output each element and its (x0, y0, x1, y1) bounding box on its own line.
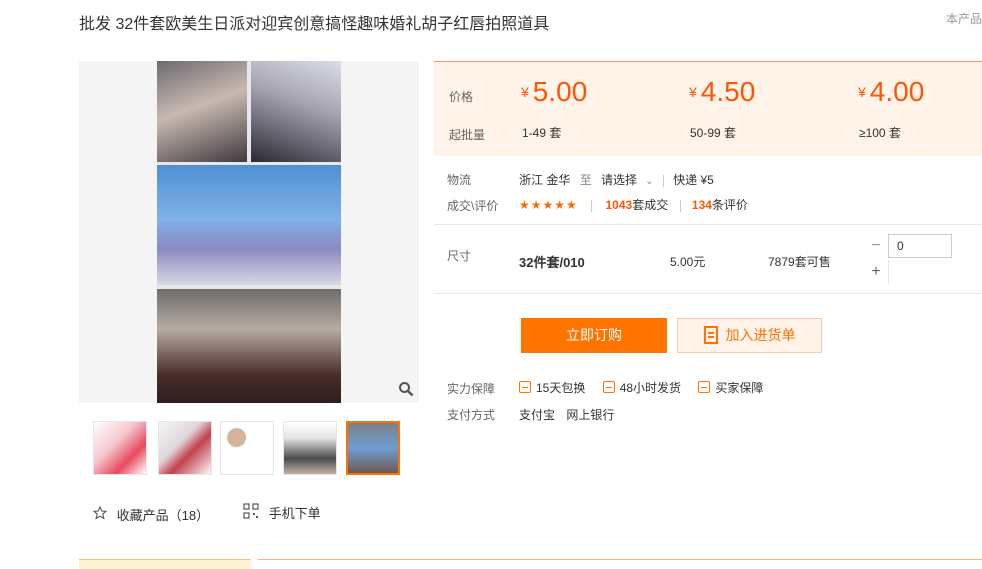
mobile-order-label: 手机下单 (268, 506, 321, 521)
buy-now-button[interactable]: 立即订购 (521, 318, 667, 353)
divider (434, 293, 982, 294)
favorite-label: 收藏产品（18） (116, 508, 210, 523)
trade-row: ★★★★★ 1043套成交 134条评价 (519, 196, 748, 213)
price-tier-3: ¥4.00 (858, 76, 925, 107)
delivery-icon (602, 381, 615, 393)
qr-code-icon (243, 503, 263, 522)
favorite-button[interactable]: 收藏产品（18） (92, 505, 210, 524)
trade-label: 成交\评价 (447, 199, 499, 213)
photo-panel-lips (251, 61, 341, 162)
sku-stock: 7879套可售 (768, 255, 831, 269)
product-title: 批发 32件套欧美生日派对迎宾创意搞怪趣味婚礼胡子红唇拍照道具 (79, 16, 550, 33)
logistics-origin: 浙江 金华 (519, 173, 571, 187)
payment-row: 支付宝 网上银行 (519, 406, 614, 423)
qty-range-2: 50-99 套 (690, 126, 737, 140)
logistics-label: 物流 (447, 173, 472, 187)
quantity-stepper: − 0 + (864, 234, 952, 284)
qty-range-3: ≥100 套 (859, 126, 901, 140)
payment-label: 支付方式 (447, 408, 496, 422)
chevron-down-icon: ⌄ (645, 176, 654, 187)
star-outline-icon (92, 505, 111, 523)
photo-panel-group (157, 289, 341, 403)
quantity-input[interactable]: 0 (888, 234, 952, 258)
reviews-count[interactable]: 134 (692, 198, 712, 212)
thumbnail-5[interactable] (346, 421, 400, 475)
photo-panel-girls (157, 61, 247, 162)
price-label: 价格 (449, 90, 474, 104)
rating-stars-icon: ★★★★★ (519, 198, 578, 212)
plus-icon[interactable]: + (864, 260, 889, 284)
deals-count[interactable]: 1043 (605, 198, 632, 212)
main-product-image (157, 61, 341, 403)
magnifier-icon[interactable] (397, 381, 415, 399)
price-tier-2: ¥4.50 (689, 76, 756, 107)
main-image-viewer[interactable] (79, 61, 419, 403)
destination-select[interactable]: 请选择 ⌄ (601, 173, 653, 187)
qty-range-1: 1-49 套 (522, 126, 562, 140)
add-to-cart-label: 加入进货单 (725, 327, 796, 343)
logistics-to: 至 (579, 173, 592, 187)
exchange-icon (519, 381, 531, 393)
reviews-suffix: 条评价 (711, 198, 748, 212)
product-link-right[interactable]: 本产品 (946, 10, 982, 27)
payment-method-1: 支付宝 (519, 408, 556, 422)
minus-icon[interactable]: − (864, 234, 888, 258)
deals-suffix: 套成交 (632, 198, 669, 212)
shipping-fee: 快递 ¥5 (673, 173, 714, 187)
divider (434, 224, 982, 225)
payment-method-2: 网上银行 (566, 408, 615, 422)
thumbnail-4[interactable] (283, 421, 337, 475)
min-qty-label: 起批量 (449, 128, 486, 142)
price-panel: 价格 起批量 ¥5.00 ¥4.50 ¥4.00 1-49 套 50-99 套 … (434, 61, 982, 156)
logistics-row: 浙江 金华 至 请选择 ⌄ 快递 ¥5 (519, 171, 714, 188)
sku-price: 5.00元 (670, 255, 706, 269)
guarantee-item-3[interactable]: 买家保障 (715, 381, 763, 395)
thumbnail-1[interactable] (93, 421, 147, 475)
thumbnail-strip (93, 421, 413, 477)
guarantee-row: 15天包换 48小时发货 买家保障 (519, 379, 763, 396)
buyer-shield-icon (698, 381, 711, 393)
guarantee-item-2[interactable]: 48小时发货 (620, 381, 681, 395)
add-to-cart-button[interactable]: 加入进货单 (677, 318, 822, 353)
photo-panel-bridesmaids (157, 165, 341, 285)
price-tier-1: ¥5.00 (521, 76, 588, 107)
sku-name: 32件套/010 (519, 255, 585, 270)
mobile-order-button[interactable]: 手机下单 (243, 503, 321, 522)
size-label: 尺寸 (447, 249, 472, 263)
thumbnail-2[interactable] (158, 421, 212, 475)
guarantee-item-1[interactable]: 15天包换 (536, 381, 585, 395)
guarantee-label: 实力保障 (447, 382, 496, 396)
order-list-icon (703, 326, 718, 344)
thumbnail-3[interactable] (220, 421, 274, 475)
